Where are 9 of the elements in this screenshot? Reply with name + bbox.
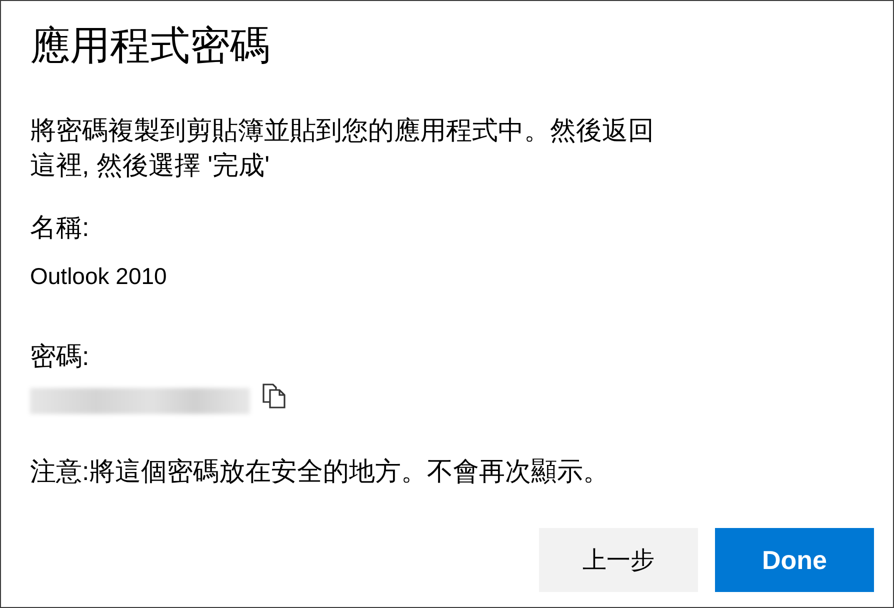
name-label: 名稱:: [30, 211, 90, 243]
copy-icon[interactable]: [262, 383, 286, 409]
dialog-title: 應用程式密碼: [30, 23, 270, 70]
instructions-text: 將密碼複製到剪貼簿並貼到您的應用程式中。然後返回這裡, 然後選擇 '完成': [30, 114, 655, 182]
note-text: 注意:將這個密碼放在安全的地方。不會再次顯示。: [30, 455, 610, 487]
name-value: Outlook 2010: [30, 262, 167, 291]
password-label: 密碼:: [30, 340, 90, 372]
done-button[interactable]: Done: [715, 528, 874, 592]
back-button[interactable]: 上一步: [539, 528, 698, 592]
